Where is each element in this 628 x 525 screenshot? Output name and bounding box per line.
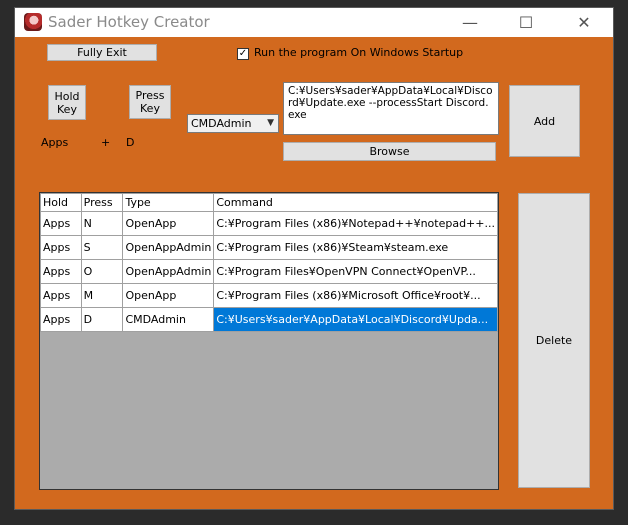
table-cell[interactable]: C:¥Program Files (x86)¥Steam¥steam.exe xyxy=(213,235,498,260)
window-title: Sader Hotkey Creator xyxy=(48,13,210,31)
table-cell[interactable]: O xyxy=(80,259,124,284)
table-row-selected[interactable]: Apps D CMDAdmin C:¥Users¥sader¥AppData¥L… xyxy=(40,307,498,332)
minimize-button[interactable]: — xyxy=(447,8,493,37)
table-cell[interactable]: S xyxy=(80,235,124,260)
table-cell[interactable]: C:¥Program Files (x86)¥Notepad++¥notepad… xyxy=(213,211,498,236)
table-cell[interactable]: OpenAppAdmin xyxy=(122,259,215,284)
table-cell[interactable]: D xyxy=(80,307,124,332)
startup-label: Run the program On Windows Startup xyxy=(254,46,464,59)
title-bar[interactable]: Sader Hotkey Creator — ☐ ✕ xyxy=(15,8,613,37)
type-select[interactable]: CMDAdmin ▼ xyxy=(187,114,279,133)
command-field[interactable]: C:¥Users¥sader¥AppData¥Local¥Discord¥Upd… xyxy=(283,82,499,135)
type-select-value: CMDAdmin xyxy=(191,117,252,130)
table-cell[interactable]: OpenApp xyxy=(122,283,215,308)
table-cell[interactable]: Apps xyxy=(40,283,82,308)
startup-checkbox[interactable]: ✓ xyxy=(237,48,249,60)
column-header-press[interactable]: Press xyxy=(80,193,124,212)
table-cell[interactable]: C:¥Program Files¥OpenVPN Connect¥OpenVP.… xyxy=(213,259,498,284)
table-cell[interactable]: Apps xyxy=(40,259,82,284)
fully-exit-button[interactable]: Fully Exit xyxy=(47,44,157,61)
table-cell[interactable]: OpenApp xyxy=(122,211,215,236)
column-header-type[interactable]: Type xyxy=(122,193,215,212)
table-header-row: Hold Press Type Command xyxy=(40,193,498,212)
table-cell[interactable]: Apps xyxy=(40,211,82,236)
table-cell[interactable]: Apps xyxy=(40,235,82,260)
table-row[interactable]: Apps O OpenAppAdmin C:¥Program Files¥Ope… xyxy=(40,259,498,284)
chevron-down-icon: ▼ xyxy=(267,118,274,128)
plus-sign: + xyxy=(101,136,111,149)
table-row[interactable]: Apps M OpenApp C:¥Program Files (x86)¥Mi… xyxy=(40,283,498,308)
add-button[interactable]: Add xyxy=(509,85,580,157)
table-row[interactable]: Apps S OpenAppAdmin C:¥Program Files (x8… xyxy=(40,235,498,260)
hold-key-button[interactable]: Hold Key xyxy=(48,85,86,120)
table-cell[interactable]: Apps xyxy=(40,307,82,332)
maximize-button[interactable]: ☐ xyxy=(503,8,549,37)
browse-button[interactable]: Browse xyxy=(283,142,496,161)
delete-button[interactable]: Delete xyxy=(518,193,590,488)
table-row[interactable]: Apps N OpenApp C:¥Program Files (x86)¥No… xyxy=(40,211,498,236)
table-cell[interactable]: OpenAppAdmin xyxy=(122,235,215,260)
table-cell[interactable]: N xyxy=(80,211,124,236)
main-window: Sader Hotkey Creator — ☐ ✕ Fully Exit ✓ … xyxy=(14,7,614,510)
press-key-value: D xyxy=(126,136,135,149)
column-header-hold[interactable]: Hold xyxy=(40,193,82,212)
table-cell[interactable]: M xyxy=(80,283,124,308)
table-cell[interactable]: CMDAdmin xyxy=(122,307,215,332)
close-button[interactable]: ✕ xyxy=(561,8,607,37)
hotkey-table[interactable]: Hold Press Type Command Apps N OpenApp C… xyxy=(39,192,499,490)
table-cell-selected[interactable]: C:¥Users¥sader¥AppData¥Local¥Discord¥Upd… xyxy=(213,307,498,332)
table-cell[interactable]: C:¥Program Files (x86)¥Microsoft Office¥… xyxy=(213,283,498,308)
hold-key-value: Apps xyxy=(41,136,69,149)
app-icon xyxy=(24,13,42,31)
hotkey-grid: Hold Press Type Command Apps N OpenApp C… xyxy=(40,193,498,332)
press-key-button[interactable]: Press Key xyxy=(129,85,171,119)
column-header-command[interactable]: Command xyxy=(213,193,498,212)
